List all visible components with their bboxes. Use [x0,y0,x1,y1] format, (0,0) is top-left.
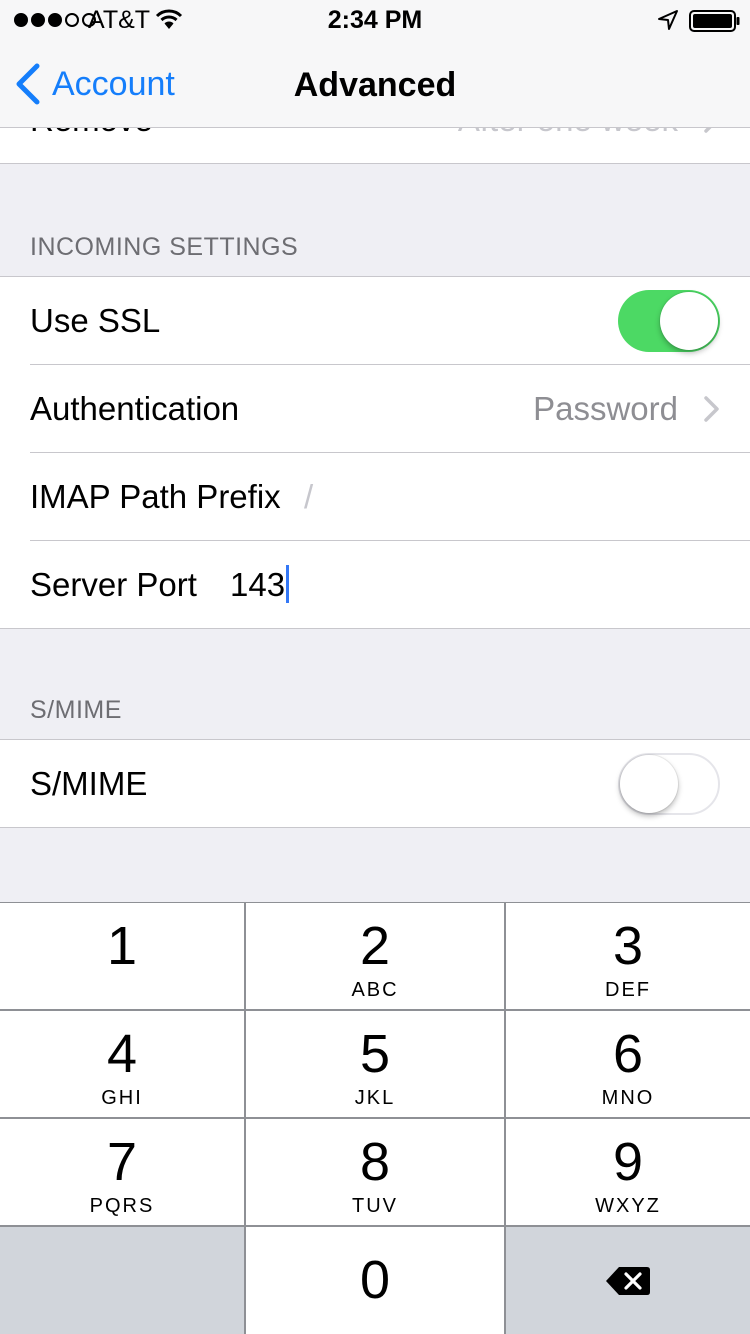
chevron-right-icon [704,396,719,422]
key-digit: 2 [359,916,391,976]
key-2[interactable]: 2 ABC [246,903,504,1009]
key-blank [0,1227,244,1334]
page-title: Advanced [293,66,457,104]
number-keypad: 1 2 ABC 3 DEF 4 GHI 5 JKL 6 MNO 7 PQRS 8… [0,902,750,1334]
key-digit: 3 [612,916,644,976]
row-separator [0,163,750,164]
key-6[interactable]: 6 MNO [506,1011,750,1117]
key-8[interactable]: 8 TUV [246,1119,504,1225]
key-letters: TUV [352,1195,398,1217]
key-letters: MNO [601,1087,655,1109]
text-cursor [286,565,290,604]
server-port-label: Server Port [30,566,197,603]
server-port-value: 143 [230,566,286,603]
backspace-icon [606,1267,650,1295]
server-port-row: Server Port 143 [0,541,750,629]
switch-knob [620,755,678,813]
row-separator [0,827,750,828]
key-7[interactable]: 7 PQRS [0,1119,244,1225]
authentication-row[interactable]: Authentication Password [0,365,750,453]
key-digit: 9 [612,1132,644,1192]
smime-row: S/MIME [0,740,750,828]
key-5[interactable]: 5 JKL [246,1011,504,1117]
use-ssl-row: Use SSL [0,277,750,365]
row-separator [0,628,750,629]
battery-icon [689,10,740,32]
key-letters: JKL [354,1087,396,1109]
key-letters: ABC [351,979,399,1001]
key-4[interactable]: 4 GHI [0,1011,244,1117]
key-digit: 1 [106,916,138,976]
use-ssl-switch[interactable] [618,290,720,352]
smime-switch[interactable] [618,753,720,815]
use-ssl-label: Use SSL [30,302,161,339]
status-time: 2:34 PM [327,6,423,34]
key-letters: PQRS [89,1195,155,1217]
imap-path-prefix-input[interactable]: / [304,453,313,541]
navigation-bar: Account Advanced [0,40,750,128]
section-header-incoming: INCOMING SETTINGS [30,233,299,261]
key-digit: 0 [359,1250,391,1310]
smime-label: S/MIME [30,765,148,802]
section-header-smime: S/MIME [30,696,122,724]
key-letters: DEF [605,979,651,1001]
key-digit: 8 [359,1132,391,1192]
switch-knob [660,292,718,350]
delete-key[interactable] [506,1227,750,1334]
key-digit: 4 [106,1024,138,1084]
key-3[interactable]: 3 DEF [506,903,750,1009]
key-letters: WXYZ [595,1195,661,1217]
location-arrow-icon [658,10,678,30]
key-digit: 7 [106,1132,138,1192]
key-0[interactable]: 0 [246,1227,504,1334]
key-letters: GHI [101,1087,143,1109]
imap-path-prefix-row[interactable]: IMAP Path Prefix / [0,453,750,541]
key-9[interactable]: 9 WXYZ [506,1119,750,1225]
key-digit: 6 [612,1024,644,1084]
imap-path-prefix-label: IMAP Path Prefix [30,478,281,515]
authentication-value: Password [533,390,678,427]
authentication-label: Authentication [30,390,240,427]
key-digit: 5 [359,1024,391,1084]
server-port-input[interactable]: 143 [230,541,290,629]
top-bar: AT&T 2:34 PM Account Advanced [0,0,750,128]
key-1[interactable]: 1 [0,903,244,1009]
status-bar: AT&T 2:34 PM [0,0,750,40]
